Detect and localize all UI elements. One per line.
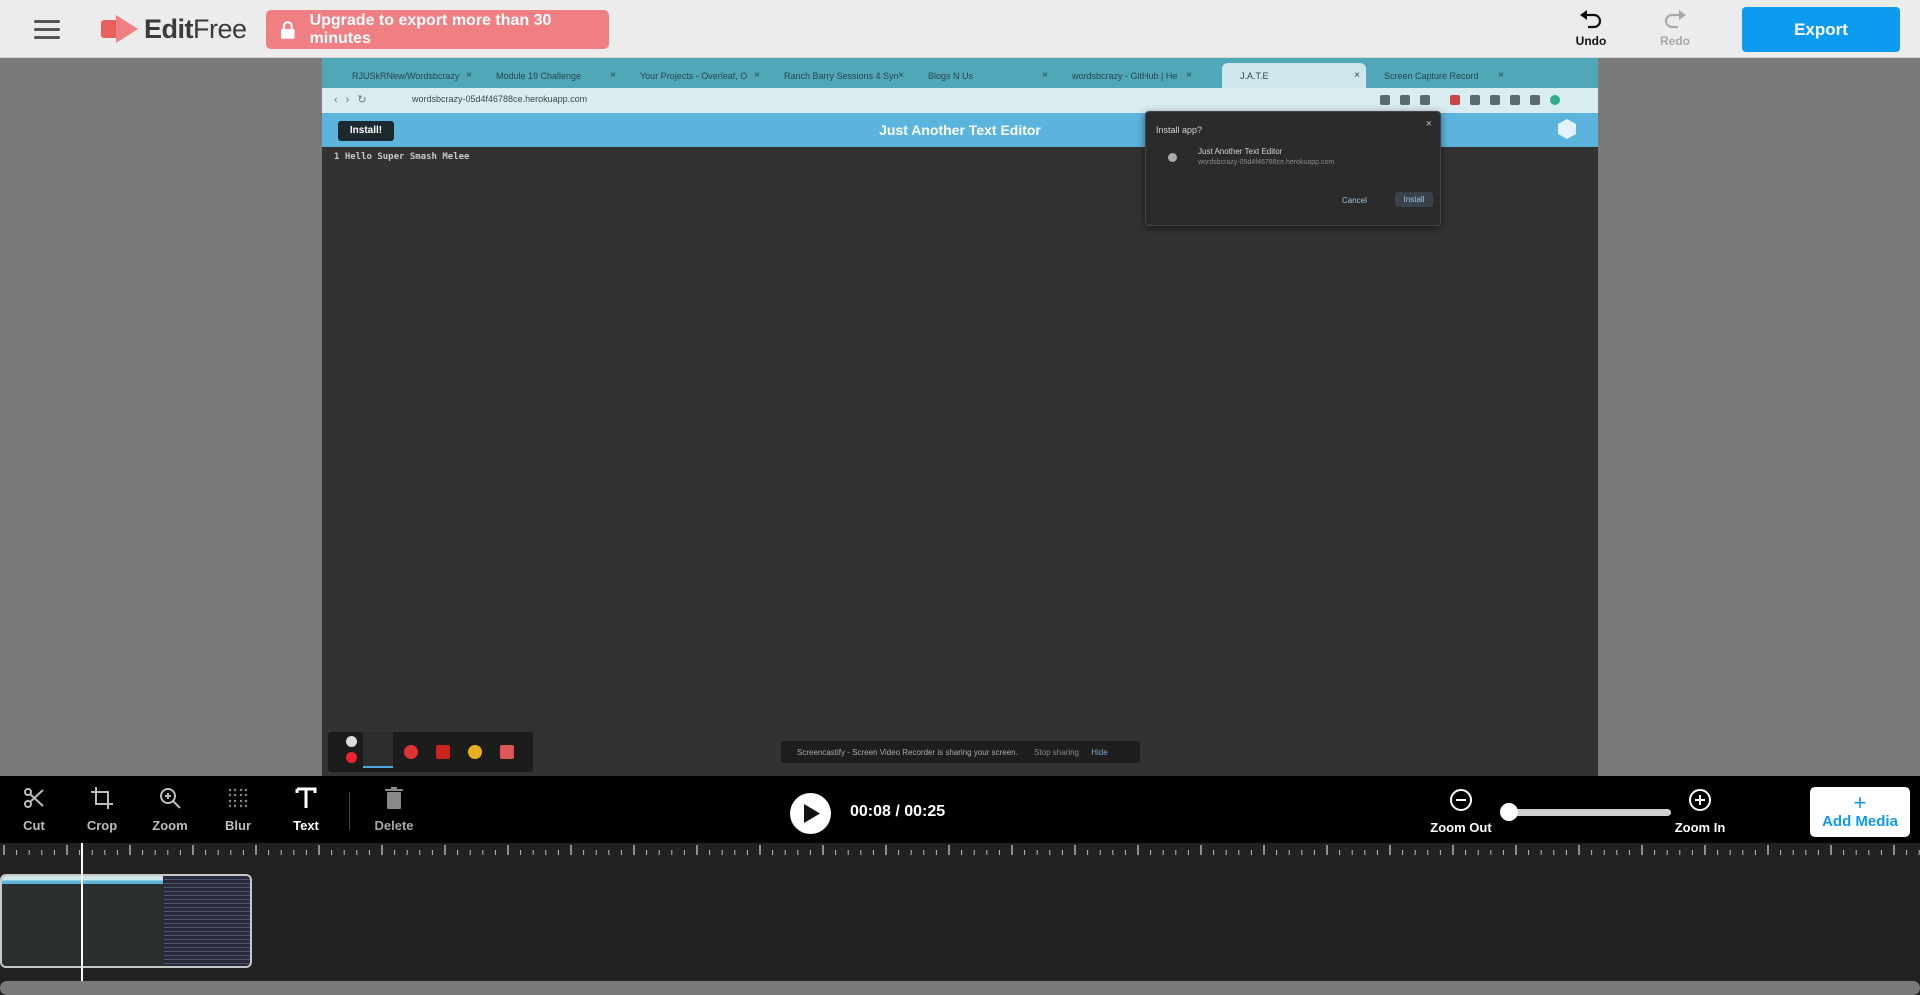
zoom-in-label: Zoom In [1674, 820, 1726, 835]
recorded-tab: wordsbcrazy - GitHub | He × [1072, 70, 1192, 81]
scissors-icon [24, 788, 44, 808]
timeline-scrollbar[interactable] [0, 981, 1920, 995]
recorded-browser-tabstrip: RJUSkRNew/Wordsbcrazy × Module 19 Challen… [322, 58, 1598, 88]
cut-label: Cut [23, 818, 45, 833]
add-media-label: Add Media [1822, 813, 1898, 830]
timeline-ruler[interactable] [0, 843, 1920, 859]
zoom-out-label: Zoom Out [1430, 820, 1492, 835]
zoom-label: Zoom [152, 818, 188, 833]
circle-minus-icon [1450, 789, 1472, 811]
recorded-tab-active: J.A.T.E × [1222, 63, 1366, 88]
redo-arrow-icon [1664, 10, 1686, 29]
clip-thumbnail [83, 876, 163, 966]
recorded-tab: Ranch Barry Sessions 4 Syn × [784, 70, 904, 81]
nav-arrows-icon: ‹›↻ [334, 94, 375, 106]
redo-button[interactable]: Redo [1645, 8, 1705, 52]
video-preview[interactable]: RJUSkRNew/Wordsbcrazy × Module 19 Challen… [322, 58, 1598, 776]
recorded-tab: Blogs N Us × [928, 70, 1048, 81]
recorded-share-notice: Screencastify - Screen Video Recorder is… [781, 741, 1140, 763]
upgrade-banner-button[interactable]: Upgrade to export more than 30 minutes [266, 10, 609, 49]
blur-button[interactable]: Blur [208, 786, 268, 833]
recorded-address-bar: ‹›↻ wordsbcrazy-05d4f46788ce.herokuapp.c… [322, 88, 1598, 113]
recorded-tab: Module 19 Challenge × [496, 70, 616, 81]
recorded-tab: Your Projects - Overleaf, O × [640, 70, 760, 81]
dialog-title: Install app? [1156, 125, 1203, 135]
upgrade-label: Upgrade to export more than 30 minutes [309, 11, 552, 47]
recorded-tab: RJUSkRNew/Wordsbcrazy × [352, 70, 472, 81]
timeline-zoom-slider[interactable] [1500, 803, 1671, 821]
trash-icon [385, 787, 403, 809]
recorded-url: wordsbcrazy-05d4f46788ce.herokuapp.com [412, 94, 588, 104]
hamburger-icon[interactable] [34, 20, 60, 39]
blur-label: Blur [225, 818, 251, 833]
magnifier-plus-icon [160, 788, 181, 809]
app-name: EditFree [144, 13, 247, 44]
add-media-button[interactable]: + Add Media [1810, 787, 1910, 837]
crop-button[interactable]: Crop [72, 786, 132, 833]
dot-grid-icon [228, 788, 248, 808]
delete-button[interactable]: Delete [364, 786, 424, 833]
video-camera-icon [101, 15, 138, 43]
zoom-in-button[interactable]: Zoom In [1665, 788, 1735, 835]
lock-icon [280, 20, 295, 39]
cut-button[interactable]: Cut [4, 786, 64, 833]
timeline[interactable] [0, 843, 1920, 995]
undo-arrow-icon [1580, 10, 1602, 29]
recorded-install-dialog: Install app? × Just Another Text Editor … [1145, 111, 1441, 226]
recorded-tab: Screen Capture Record × [1384, 70, 1504, 81]
app-logo[interactable]: EditFree [100, 10, 247, 48]
text-button[interactable]: Text [276, 786, 336, 833]
undo-label: Undo [1575, 34, 1607, 48]
zoom-out-button[interactable]: Zoom Out [1426, 788, 1496, 835]
zoom-button[interactable]: Zoom [140, 786, 200, 833]
top-bar: EditFree Upgrade to export more than 30 … [0, 0, 1920, 58]
undo-button[interactable]: Undo [1561, 8, 1621, 52]
globe-icon [1168, 153, 1177, 162]
delete-label: Delete [374, 818, 414, 833]
plus-icon: + [1853, 790, 1867, 815]
dialog-app-url: wordsbcrazy-05d4f46788ce.herokuapp.com [1198, 159, 1335, 166]
recorder-controls [328, 732, 533, 772]
clip-thumbnail [164, 876, 250, 966]
circle-plus-icon [1689, 789, 1711, 811]
play-button[interactable] [790, 793, 831, 834]
close-icon: × [1425, 118, 1432, 130]
time-display: 00:08 / 00:25 [850, 803, 946, 820]
editor-toolbar: Cut Crop Zoom Blur Text Delete 00:08 / 0… [0, 776, 1920, 843]
text-label: Text [293, 818, 319, 833]
dialog-install: Install [1395, 192, 1433, 207]
video-clip[interactable] [0, 874, 252, 968]
play-icon [804, 804, 820, 823]
clip-thumbnail [2, 876, 82, 966]
crop-label: Crop [86, 818, 118, 833]
crop-icon [91, 787, 113, 809]
export-button[interactable]: Export [1742, 7, 1900, 52]
recorded-editor-text: 1 Hello Super Smash Melee [334, 152, 470, 162]
playhead[interactable] [81, 843, 83, 981]
dialog-app-name: Just Another Text Editor [1198, 147, 1283, 156]
dialog-cancel: Cancel [1342, 196, 1367, 205]
redo-label: Redo [1660, 34, 1690, 48]
text-T-icon [295, 787, 317, 808]
toolbar-divider [349, 792, 350, 830]
slider-handle[interactable] [1500, 803, 1518, 821]
